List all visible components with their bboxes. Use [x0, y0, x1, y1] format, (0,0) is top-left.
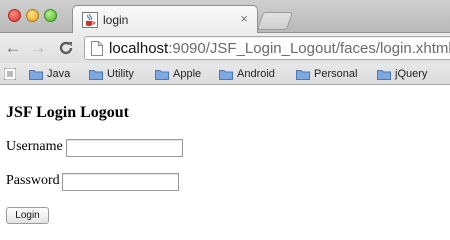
bookmark-label: Java: [47, 68, 71, 80]
bookmark-label: Apple: [173, 68, 202, 80]
forward-arrow-icon[interactable]: →: [28, 38, 48, 58]
reload-icon[interactable]: [56, 38, 76, 58]
password-input[interactable]: [62, 173, 179, 191]
back-arrow-icon[interactable]: ←: [3, 38, 23, 58]
apps-icon[interactable]: [4, 68, 16, 80]
folder-icon: [89, 69, 103, 80]
close-window-button[interactable]: [8, 9, 21, 22]
bookmark-android[interactable]: Android: [219, 66, 275, 82]
browser-toolbar: ← → localhost:9090/JSF_Login_Logout/face…: [0, 33, 450, 63]
username-label: Username: [6, 139, 63, 154]
folder-icon: [29, 69, 43, 80]
folder-icon: [377, 69, 391, 80]
folder-icon: [155, 69, 169, 80]
url-path: :9090/JSF_Login_Logout/faces/login.xhtml: [168, 40, 450, 57]
page-icon: [91, 41, 103, 56]
page-title: JSF Login Logout: [6, 104, 129, 121]
tab-login[interactable]: login ×: [72, 5, 258, 34]
bookmarks-bar: Java Utility Apple Android Personal jQue…: [0, 63, 450, 85]
bookmark-utility[interactable]: Utility: [89, 66, 134, 82]
page-content: JSF Login Logout Username Password Login: [0, 86, 450, 240]
bookmark-label: Utility: [107, 68, 134, 80]
url-host: localhost: [109, 40, 169, 57]
address-bar[interactable]: localhost:9090/JSF_Login_Logout/faces/lo…: [84, 36, 450, 60]
login-button[interactable]: Login: [6, 207, 49, 224]
bookmark-apple[interactable]: Apple: [155, 66, 201, 82]
bookmark-label: Android: [237, 68, 275, 80]
tab-strip: login ×: [0, 0, 450, 34]
bookmark-personal[interactable]: Personal: [296, 66, 357, 82]
bookmark-jquery[interactable]: jQuery: [377, 66, 427, 82]
tab-title: login: [103, 13, 129, 27]
bookmark-label: jQuery: [395, 68, 428, 80]
minimize-window-button[interactable]: [26, 9, 39, 22]
folder-icon: [219, 69, 233, 80]
password-label: Password: [6, 173, 60, 188]
zoom-window-button[interactable]: [44, 9, 57, 22]
folder-icon: [296, 69, 310, 80]
username-input[interactable]: [66, 139, 183, 157]
close-tab-icon[interactable]: ×: [240, 12, 248, 26]
new-tab-button[interactable]: [256, 12, 294, 30]
bookmark-java[interactable]: Java: [29, 66, 70, 82]
bookmark-label: Personal: [314, 68, 358, 80]
url-text: localhost:9090/JSF_Login_Logout/faces/lo…: [109, 40, 450, 57]
java-coffee-favicon-icon: [82, 12, 98, 28]
